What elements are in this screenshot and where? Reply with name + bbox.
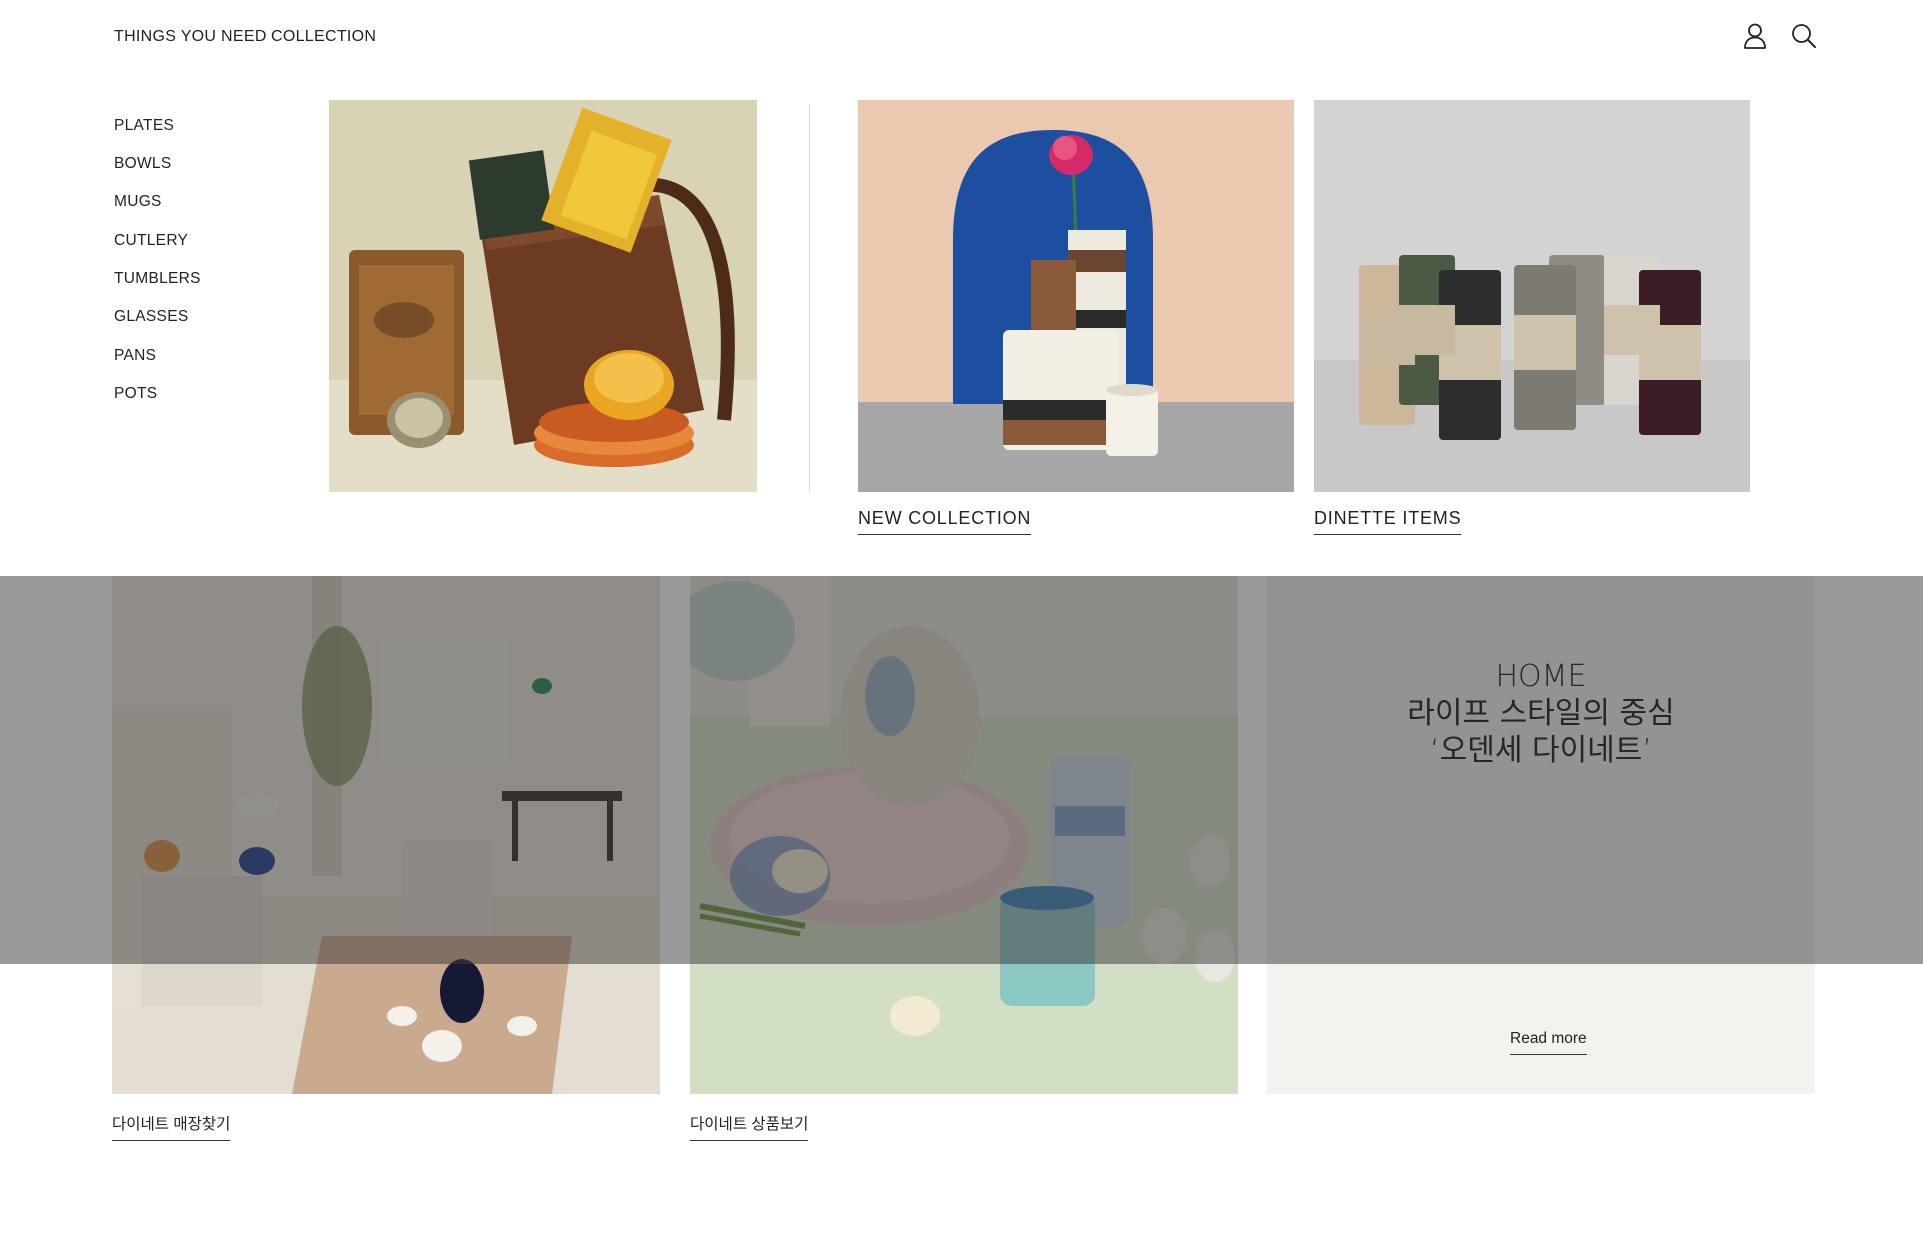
search-icon[interactable] (1789, 21, 1819, 51)
category-bowls[interactable]: BOWLS (114, 155, 171, 173)
dinette-items-link[interactable]: DINETTE ITEMS (1314, 508, 1462, 535)
new-collection-image[interactable] (858, 100, 1294, 492)
category-glasses[interactable]: GLASSES (114, 308, 188, 326)
products-image[interactable] (690, 576, 1238, 1094)
home-title: HOME (1495, 659, 1587, 694)
menu-feature-image[interactable] (329, 100, 757, 492)
category-mugs[interactable]: MUGS (114, 193, 162, 211)
store-image[interactable] (112, 576, 660, 1094)
dinette-items-image[interactable] (1314, 100, 1750, 492)
nav-collection[interactable]: COLLECTION (271, 28, 376, 46)
home-tagline: ‘오덴세 다이네트’ (1430, 733, 1652, 768)
read-more-link[interactable]: Read more (1510, 1030, 1587, 1055)
category-pots[interactable]: POTS (114, 385, 157, 403)
category-pans[interactable]: PANS (114, 347, 156, 365)
user-icon[interactable] (1740, 21, 1770, 51)
category-tumblers[interactable]: TUMBLERS (114, 270, 201, 288)
store-finder-link[interactable]: 다이네트 매장찾기 (112, 1112, 231, 1141)
home-panel (1267, 576, 1815, 1094)
home-subtitle: 라이프 스타일의 중심 (1407, 696, 1675, 731)
new-collection-link[interactable]: NEW COLLECTION (858, 508, 1032, 535)
menu-divider (809, 104, 810, 492)
category-cutlery[interactable]: CUTLERY (114, 232, 188, 250)
nav-things-you-need[interactable]: THINGS YOU NEED (114, 28, 267, 46)
home-headline: HOME 라이프 스타일의 중심 ‘오덴세 다이네트’ (1267, 658, 1815, 769)
category-plates[interactable]: PLATES (114, 117, 174, 135)
view-products-link[interactable]: 다이네트 상품보기 (690, 1112, 809, 1141)
